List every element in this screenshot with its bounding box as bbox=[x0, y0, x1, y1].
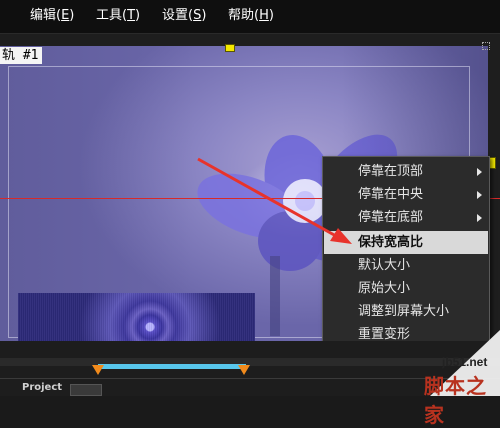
loop-range-bar[interactable] bbox=[98, 364, 246, 369]
menu-item-label: 调整到屏幕大小 bbox=[358, 304, 450, 319]
submenu-arrow-icon bbox=[477, 168, 482, 176]
menu-item-label: 停靠在底部 bbox=[358, 210, 424, 225]
menu-item-label: 停靠在顶部 bbox=[358, 164, 424, 179]
menu-edit[interactable]: 编辑(E) bbox=[30, 7, 74, 25]
menu-help-key: H bbox=[259, 8, 269, 23]
menu-settings-label: 设置( bbox=[162, 8, 194, 23]
menu-item-default-size[interactable]: 默认大小 bbox=[324, 254, 488, 277]
track-label: 轨 #1 bbox=[0, 47, 43, 64]
menu-item-fit-to-screen[interactable]: 调整到屏幕大小 bbox=[324, 300, 488, 323]
menu-item-keep-aspect-ratio[interactable]: 保持宽高比 bbox=[324, 231, 488, 254]
range-start-handle[interactable] bbox=[92, 365, 104, 375]
context-menu: 停靠在顶部 停靠在中央 停靠在底部 保持宽高比 默认大小 原始大小 调整到屏幕大… bbox=[322, 156, 490, 348]
submenu-arrow-icon bbox=[477, 214, 482, 222]
submenu-arrow-icon bbox=[477, 191, 482, 199]
menu-tools-label: 工具( bbox=[96, 8, 128, 23]
menu-item-original-size[interactable]: 原始大小 bbox=[324, 277, 488, 300]
menu-help-tail: ) bbox=[268, 8, 274, 23]
menu-bar: 编辑(E) 工具(T) 设置(S) 帮助(H) bbox=[0, 0, 500, 34]
menu-item-label: 停靠在中央 bbox=[358, 187, 424, 202]
menu-settings[interactable]: 设置(S) bbox=[162, 7, 206, 25]
project-dropdown[interactable] bbox=[70, 384, 102, 396]
menu-tools-key: T bbox=[127, 8, 136, 23]
watermark-logo-text: 脚本之家 bbox=[424, 374, 487, 427]
menu-item-dock-center[interactable]: 停靠在中央 bbox=[324, 183, 488, 206]
menu-edit-tail: ) bbox=[69, 8, 75, 23]
menu-help-label: 帮助( bbox=[228, 8, 260, 23]
menu-item-dock-bottom[interactable]: 停靠在底部 bbox=[324, 206, 488, 229]
menu-tools[interactable]: 工具(T) bbox=[96, 7, 140, 25]
timeline-ruler[interactable] bbox=[0, 358, 500, 366]
menu-help[interactable]: 帮助(H) bbox=[228, 7, 274, 25]
menu-edit-label: 编辑( bbox=[30, 8, 62, 23]
top-resize-handle[interactable] bbox=[225, 44, 235, 52]
range-end-handle[interactable] bbox=[238, 365, 250, 375]
watermark-url: jb51.net bbox=[442, 355, 488, 369]
menu-item-label: 保持宽高比 bbox=[358, 235, 424, 250]
project-label: Project bbox=[22, 382, 63, 393]
menu-item-dock-top[interactable]: 停靠在顶部 bbox=[324, 160, 488, 183]
menu-item-label: 重置变形 bbox=[358, 327, 411, 342]
menu-settings-tail: ) bbox=[201, 8, 207, 23]
menu-tools-tail: ) bbox=[135, 8, 141, 23]
corner-handle[interactable] bbox=[482, 42, 490, 50]
menu-item-label: 原始大小 bbox=[358, 281, 411, 296]
menu-item-label: 默认大小 bbox=[358, 258, 411, 273]
